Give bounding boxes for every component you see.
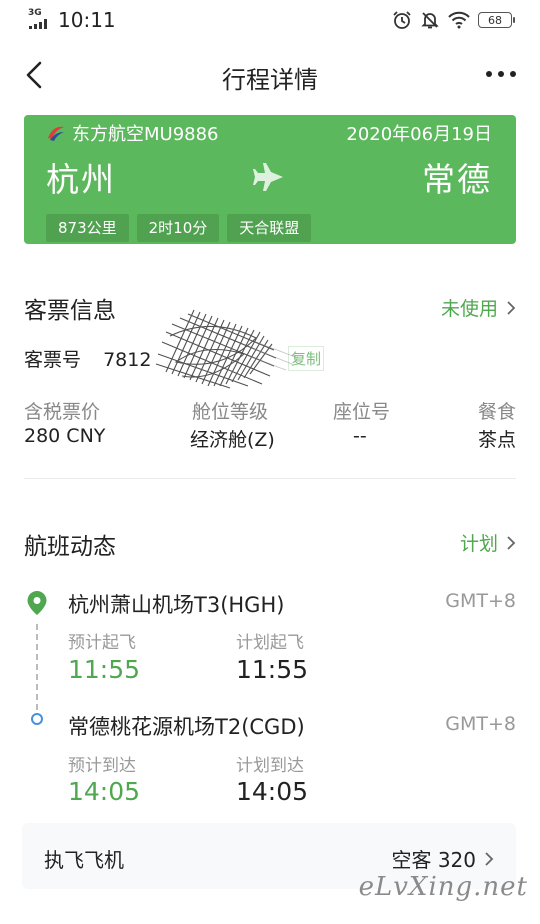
bell-muted-icon	[421, 12, 439, 29]
meal-label: 餐食	[477, 401, 516, 423]
aircraft-label: 执飞飞机	[44, 848, 124, 872]
plan-arrival-time: 14:05	[236, 777, 309, 806]
alarm-icon	[393, 11, 411, 29]
departure-timezone: GMT+8	[445, 590, 516, 612]
arrival-timezone: GMT+8	[445, 713, 516, 735]
price-label: 含税票价	[24, 401, 101, 423]
aircraft-type-value: 空客 320	[391, 848, 476, 872]
route-dashed-line	[36, 624, 38, 710]
nav-bar: 行程详情	[0, 50, 540, 100]
departure-city: 杭州	[46, 160, 116, 199]
flight-summary-card: 东方航空MU9886 2020年06月19日 杭州 常德 873公里 2时10分…	[24, 115, 516, 244]
redaction-scribble	[155, 309, 299, 389]
wifi-icon	[448, 11, 470, 29]
network-type: 3G	[28, 8, 42, 18]
flight-tags: 873公里 2时10分 天合联盟	[46, 214, 312, 242]
ticket-status-label: 未使用	[440, 298, 498, 320]
battery-icon: 68	[478, 12, 515, 28]
location-pin-icon	[27, 591, 47, 615]
seat-number-value: --	[353, 425, 367, 447]
alliance-tag: 天合联盟	[227, 214, 312, 242]
ticket-number-label: 客票号	[24, 349, 82, 371]
section-divider	[24, 478, 516, 479]
flight-status-link[interactable]: 计划	[460, 529, 516, 556]
duration-tag: 2时10分	[136, 214, 220, 242]
cabin-class-label: 舱位等级	[192, 401, 269, 423]
watermark: eLvXing.net	[358, 872, 528, 902]
airplane-icon	[253, 163, 283, 191]
chevron-right-icon	[507, 535, 516, 550]
airline-logo-icon	[48, 126, 64, 141]
aircraft-type: 空客 320	[391, 844, 494, 873]
chevron-right-icon	[485, 851, 494, 866]
distance-tag: 873公里	[46, 214, 129, 242]
flight-status-title: 航班动态	[24, 534, 116, 560]
destination-dot-icon	[31, 713, 43, 725]
plan-departure-time: 11:55	[236, 655, 309, 684]
est-arrival-label: 预计到达	[68, 756, 136, 776]
more-options-icon[interactable]	[484, 64, 518, 84]
plan-arrival-label: 计划到达	[236, 756, 304, 776]
est-departure-label: 预计起飞	[68, 633, 136, 653]
status-bar: 3G 10:11 68	[0, 0, 540, 40]
clock-time: 10:11	[58, 8, 116, 32]
ticket-status-link[interactable]: 未使用	[441, 294, 516, 321]
ticket-info-title: 客票信息	[24, 298, 116, 324]
flight-status-label: 计划	[459, 533, 498, 555]
arrival-city: 常德	[422, 160, 492, 199]
meal-value: 茶点	[477, 429, 516, 451]
flight-date: 2020年06月19日	[346, 124, 492, 145]
cabin-class-value: 经济舱(Z)	[190, 429, 275, 451]
plan-departure-label: 计划起飞	[236, 633, 304, 653]
price-value: 280 CNY	[24, 425, 106, 447]
chevron-right-icon	[507, 300, 516, 315]
departure-airport: 杭州萧山机场T3(HGH)	[68, 593, 285, 617]
arrival-airport: 常德桃花源机场T2(CGD)	[68, 715, 305, 739]
ticket-number-value: 7812	[103, 349, 152, 371]
page-title: 行程详情	[222, 66, 318, 94]
ticket-number-row: 客票号 7812	[24, 345, 151, 372]
est-departure-time: 11:55	[68, 655, 141, 684]
airline-header: 东方航空MU9886	[46, 120, 219, 146]
est-arrival-time: 14:05	[68, 777, 141, 806]
seat-number-label: 座位号	[333, 401, 391, 423]
signal-icon	[29, 19, 47, 29]
status-icons: 68	[392, 8, 515, 32]
airline-flight-number: 东方航空MU9886	[72, 124, 219, 145]
